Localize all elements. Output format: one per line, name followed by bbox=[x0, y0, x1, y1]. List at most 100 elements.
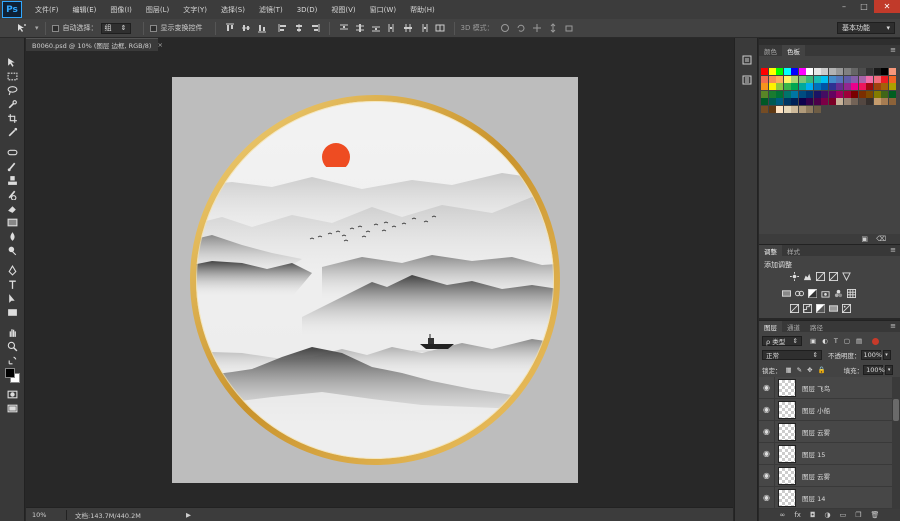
panel-menu-icon[interactable]: ≡ bbox=[890, 246, 896, 254]
history-brush-tool-icon[interactable] bbox=[4, 188, 20, 200]
pen-tool-icon[interactable] bbox=[4, 264, 20, 276]
color-swatch[interactable] bbox=[813, 105, 821, 113]
visibility-eye-icon[interactable]: ◉ bbox=[759, 464, 775, 487]
opacity-slider-toggle-icon[interactable]: ▾ bbox=[882, 350, 891, 360]
color-swatch[interactable] bbox=[761, 68, 768, 75]
distribute-hcenter-icon[interactable] bbox=[403, 23, 413, 33]
color-swatch[interactable] bbox=[836, 83, 843, 90]
align-hcenter-icon[interactable] bbox=[294, 23, 304, 33]
color-swatch[interactable] bbox=[843, 68, 851, 75]
color-swatch[interactable] bbox=[836, 98, 843, 105]
link-layers-icon[interactable]: ∞ bbox=[780, 511, 786, 519]
color-swatch[interactable] bbox=[873, 83, 881, 90]
color-swatch[interactable] bbox=[881, 75, 888, 83]
visibility-eye-icon[interactable]: ◉ bbox=[759, 442, 775, 465]
color-swatch[interactable] bbox=[783, 68, 791, 75]
color-swatch[interactable] bbox=[881, 90, 888, 98]
color-swatch[interactable] bbox=[776, 105, 783, 113]
lock-transparency-icon[interactable]: ▦ bbox=[786, 366, 792, 374]
invert-icon[interactable] bbox=[789, 304, 799, 313]
color-swatch[interactable] bbox=[881, 83, 888, 90]
color-swatch[interactable] bbox=[828, 68, 836, 75]
layer-filter-dropdown[interactable]: ρ 类型 ⇕ bbox=[762, 336, 802, 346]
layer-row[interactable]: ◉ 图层 云雾 bbox=[759, 464, 892, 487]
color-swatch[interactable] bbox=[813, 68, 821, 75]
menu-edit[interactable]: 编辑(E) bbox=[66, 5, 104, 15]
tab-layers[interactable]: 图层 bbox=[759, 321, 782, 332]
posterize-icon[interactable] bbox=[802, 304, 812, 313]
layer-row[interactable]: ◉ 图层 15 bbox=[759, 442, 892, 465]
marquee-tool-icon[interactable] bbox=[4, 70, 20, 82]
color-swatch[interactable] bbox=[768, 98, 776, 105]
color-swatch[interactable] bbox=[873, 98, 881, 105]
color-swatch[interactable] bbox=[881, 98, 888, 105]
color-swatch[interactable] bbox=[873, 68, 881, 75]
color-swatch[interactable] bbox=[873, 90, 881, 98]
menu-select[interactable]: 选择(S) bbox=[214, 5, 252, 15]
blend-mode-dropdown[interactable]: 正常 ⇕ bbox=[762, 350, 822, 360]
menu-help[interactable]: 帮助(H) bbox=[403, 5, 442, 15]
color-swatch[interactable] bbox=[851, 90, 858, 98]
delete-layer-icon[interactable]: 🗑 bbox=[871, 511, 880, 519]
channel-mixer-icon[interactable] bbox=[833, 289, 843, 298]
eyedropper-tool-icon[interactable] bbox=[4, 126, 20, 138]
color-swatch[interactable] bbox=[761, 75, 768, 83]
history-panel-icon[interactable] bbox=[740, 54, 754, 66]
lock-all-icon[interactable]: 🔒 bbox=[818, 366, 826, 374]
screen-mode-icon[interactable] bbox=[4, 402, 20, 414]
show-transform-checkbox[interactable] bbox=[149, 24, 157, 32]
gradient-tool-icon[interactable] bbox=[4, 216, 20, 228]
swap-colors-icon[interactable] bbox=[4, 354, 20, 366]
color-swatch[interactable] bbox=[806, 83, 813, 90]
color-swatch[interactable] bbox=[783, 98, 791, 105]
foreground-color-swatch[interactable] bbox=[5, 368, 15, 378]
color-swatch[interactable] bbox=[888, 75, 896, 83]
slide-3d-icon[interactable] bbox=[548, 23, 558, 33]
preset-dropdown-icon[interactable]: ▾ bbox=[35, 24, 39, 32]
color-swatch[interactable] bbox=[798, 90, 806, 98]
clone-stamp-tool-icon[interactable] bbox=[4, 174, 20, 186]
tab-paths[interactable]: 路径 bbox=[805, 321, 828, 332]
color-swatch[interactable] bbox=[813, 98, 821, 105]
color-swatch[interactable] bbox=[888, 68, 896, 75]
color-swatch[interactable] bbox=[798, 68, 806, 75]
color-swatch[interactable] bbox=[843, 75, 851, 83]
color-swatch[interactable] bbox=[806, 68, 813, 75]
type-tool-icon[interactable] bbox=[4, 278, 20, 290]
menu-filter[interactable]: 滤镜(T) bbox=[252, 5, 290, 15]
zoom-level-field[interactable]: 10% bbox=[26, 511, 56, 519]
color-swatch[interactable] bbox=[866, 68, 873, 75]
color-swatch[interactable] bbox=[783, 83, 791, 90]
color-swatch[interactable] bbox=[866, 75, 873, 83]
layer-row[interactable]: ◉ 图层 飞鸟 bbox=[759, 377, 892, 399]
new-swatch-icon[interactable]: ▣ bbox=[861, 235, 868, 243]
color-swatch[interactable] bbox=[866, 98, 873, 105]
color-swatch[interactable] bbox=[768, 90, 776, 98]
color-swatch[interactable] bbox=[806, 105, 813, 113]
menu-image[interactable]: 图像(I) bbox=[103, 5, 139, 15]
opacity-field[interactable]: 100% bbox=[860, 350, 882, 360]
color-swatch[interactable] bbox=[768, 83, 776, 90]
vibrance-icon[interactable] bbox=[841, 272, 851, 281]
align-vcenter-icon[interactable] bbox=[241, 23, 251, 33]
color-swatch[interactable] bbox=[813, 83, 821, 90]
black-white-icon[interactable] bbox=[807, 289, 817, 298]
color-swatch[interactable] bbox=[836, 90, 843, 98]
drag-3d-icon[interactable] bbox=[532, 23, 542, 33]
align-right-icon[interactable] bbox=[310, 23, 320, 33]
color-swatch[interactable] bbox=[821, 83, 828, 90]
color-swatch[interactable] bbox=[806, 90, 813, 98]
visibility-eye-icon[interactable]: ◉ bbox=[759, 377, 775, 399]
status-menu-arrow-icon[interactable]: ▶ bbox=[186, 511, 191, 519]
new-group-icon[interactable]: ▭ bbox=[840, 511, 847, 519]
scale-3d-icon[interactable] bbox=[564, 23, 574, 33]
color-swatch[interactable] bbox=[828, 83, 836, 90]
auto-select-checkbox[interactable] bbox=[51, 24, 59, 32]
menu-view[interactable]: 视图(V) bbox=[324, 5, 362, 15]
filter-adjustment-icon[interactable]: ◐ bbox=[822, 337, 828, 345]
color-swatch[interactable] bbox=[791, 68, 798, 75]
color-swatch[interactable] bbox=[813, 75, 821, 83]
color-swatch[interactable] bbox=[821, 98, 828, 105]
close-button[interactable]: ✕ bbox=[874, 0, 900, 13]
path-select-tool-icon[interactable] bbox=[4, 292, 20, 304]
